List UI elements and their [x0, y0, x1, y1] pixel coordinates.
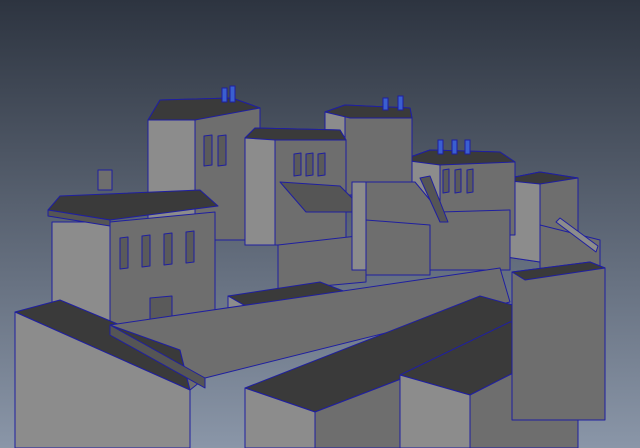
3d-viewport[interactable] — [0, 0, 640, 448]
building-right-edge[interactable] — [511, 261, 606, 421]
city-block-scene[interactable] — [0, 0, 640, 448]
